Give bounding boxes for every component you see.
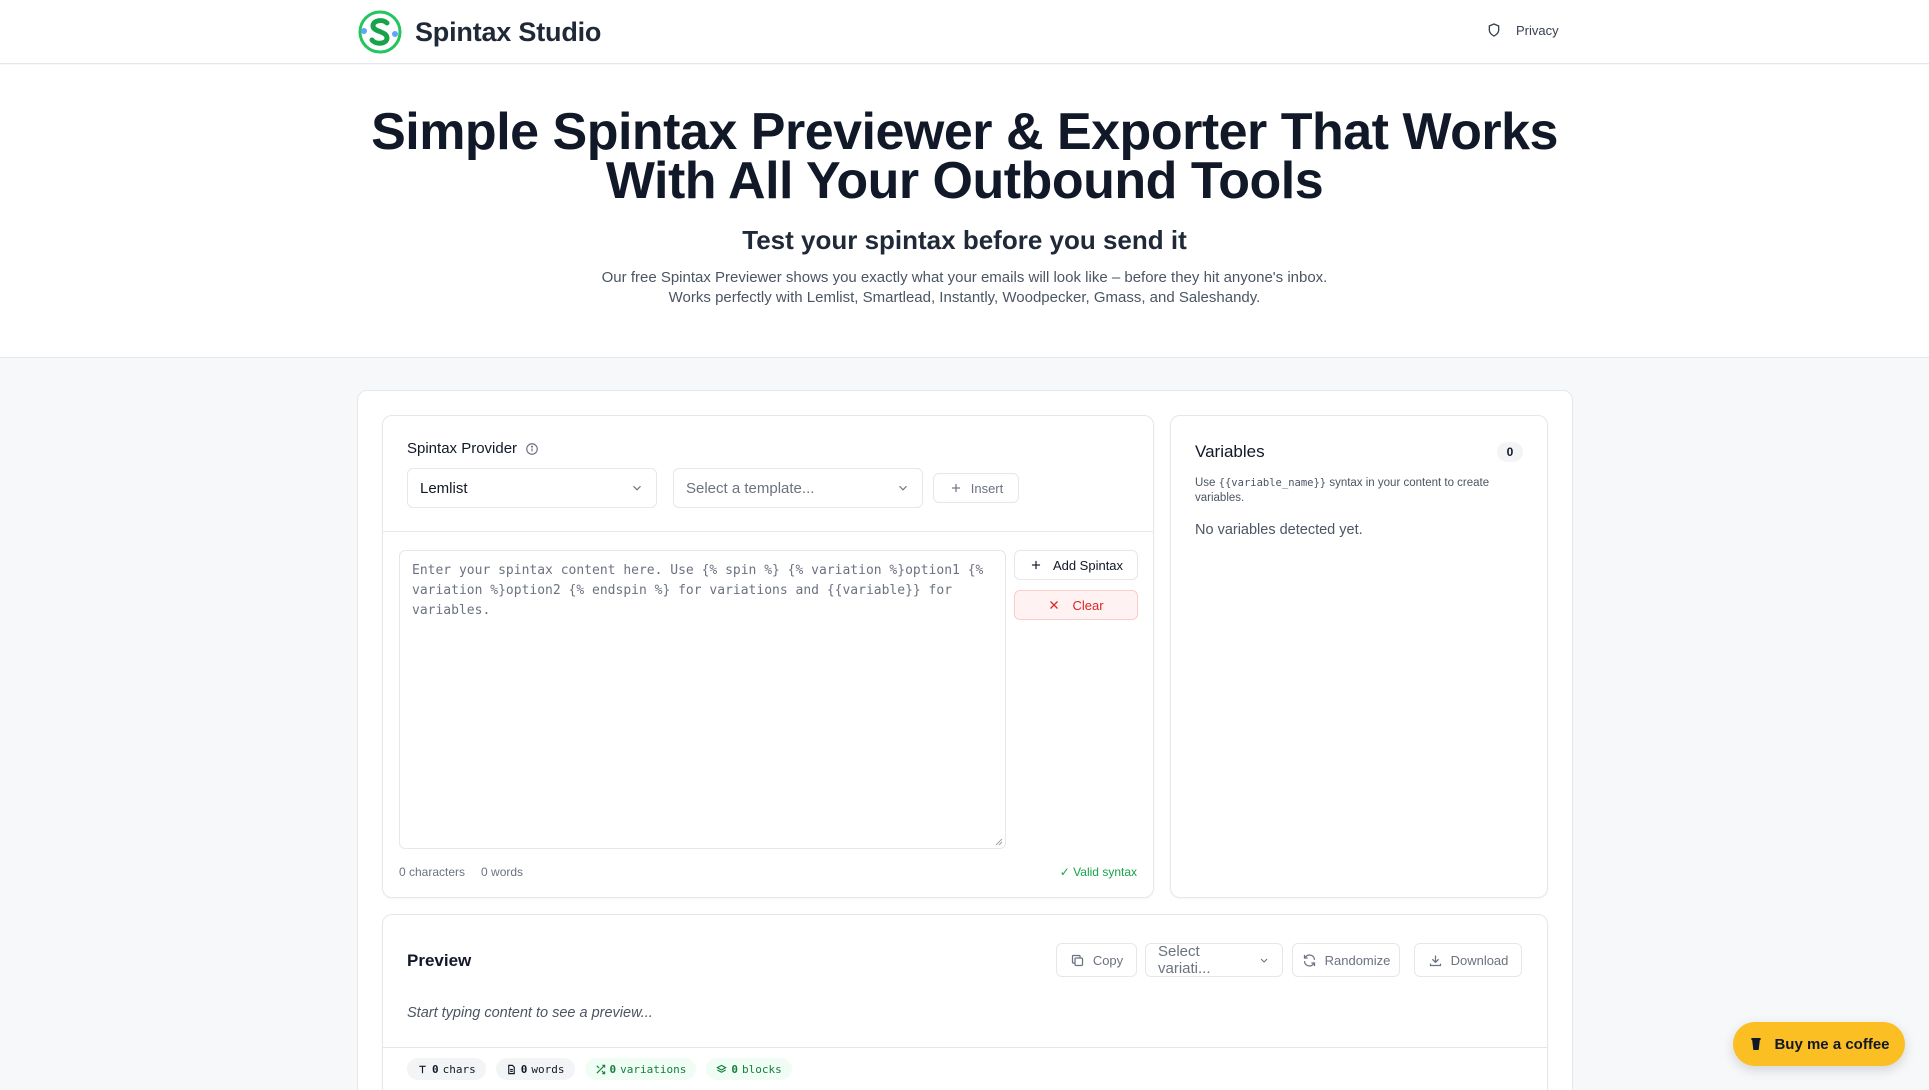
- variation-placeholder: Select variati...: [1158, 943, 1211, 977]
- variations-number: 0: [609, 1062, 617, 1076]
- coffee-cup-icon: [1751, 1038, 1762, 1050]
- words-label: words: [531, 1062, 565, 1076]
- variables-count-badge: 0: [1497, 442, 1523, 462]
- hero-title-line2: With All Your Outbound Tools: [605, 152, 1324, 210]
- variables-help: Use {{variable_name}} syntax in your con…: [1195, 476, 1525, 506]
- hero-section: Simple Spintax Previewer & Exporter That…: [0, 65, 1929, 358]
- download-label: Download: [1450, 952, 1509, 968]
- add-spintax-label: Add Spintax: [1052, 557, 1124, 573]
- provider-label-text: Spintax Provider: [407, 440, 518, 457]
- hero-title: Simple Spintax Previewer & Exporter That…: [0, 106, 1929, 207]
- chars-label: chars: [442, 1062, 476, 1076]
- privacy-link[interactable]: Privacy: [1486, 22, 1559, 38]
- variations-chip: 0 variations: [584, 1058, 697, 1080]
- layers-icon: [716, 1064, 728, 1073]
- help-prefix: Use: [1195, 477, 1219, 489]
- plus-icon: [951, 483, 960, 493]
- words-chip: 0 words: [495, 1058, 575, 1080]
- variation-select[interactable]: Select variati...: [1145, 943, 1283, 977]
- buy-me-a-coffee-button[interactable]: Buy me a coffee: [1733, 1022, 1905, 1066]
- divider: [383, 1047, 1547, 1048]
- download-icon: [1429, 955, 1441, 966]
- blocks-chip: 0 blocks: [706, 1058, 792, 1080]
- provider-select-value: Lemlist: [420, 479, 468, 497]
- words-number: 0: [520, 1062, 528, 1076]
- character-count: 0 characters: [399, 865, 466, 879]
- insert-button[interactable]: Insert: [933, 473, 1019, 503]
- hero-subtitle: Test your spintax before you send it: [742, 225, 1187, 255]
- textarea-placeholder: Enter your spintax content here. Use {% …: [412, 563, 984, 618]
- randomize-button[interactable]: Randomize: [1292, 943, 1400, 977]
- download-button[interactable]: Download: [1414, 943, 1522, 977]
- clear-label: Clear: [1072, 597, 1104, 613]
- provider-label: Spintax Provider: [407, 440, 539, 457]
- chars-number: 0: [432, 1062, 439, 1076]
- top-navbar: Spintax Studio Privacy: [0, 0, 1929, 64]
- brand[interactable]: Spintax Studio: [357, 9, 601, 55]
- copy-label: Copy: [1092, 952, 1124, 968]
- syntax-status: ✓ Valid syntax: [1059, 865, 1137, 879]
- resize-handle-icon[interactable]: [993, 836, 1003, 846]
- template-select-placeholder: Select a template...: [686, 479, 815, 497]
- blocks-number: 0: [731, 1062, 738, 1076]
- variables-empty-state: No variables detected yet.: [1195, 522, 1363, 538]
- preview-panel: Preview Copy Select variati... Randomize…: [382, 914, 1548, 1090]
- template-select[interactable]: Select a template...: [673, 468, 923, 508]
- hero-description-line2: Works perfectly with Lemlist, Smartlead,…: [668, 289, 1261, 306]
- insert-label: Insert: [970, 480, 1004, 496]
- hero-description-line1: Our free Spintax Previewer shows you exa…: [601, 269, 1328, 286]
- brand-name: Spintax Studio: [415, 16, 602, 47]
- add-spintax-button[interactable]: Add Spintax: [1014, 550, 1138, 580]
- preview-empty-state: Start typing content to see a preview...: [407, 1005, 653, 1021]
- chevron-down-icon: [633, 485, 641, 491]
- editor-counts: 0 characters 0 words: [399, 865, 523, 879]
- clear-button[interactable]: Clear: [1014, 590, 1138, 620]
- shield-icon: [1488, 23, 1500, 37]
- refresh-icon: [1303, 953, 1315, 967]
- info-icon[interactable]: [525, 442, 539, 456]
- randomize-label: Randomize: [1324, 952, 1391, 968]
- document-icon: [507, 1064, 515, 1074]
- blocks-label: blocks: [741, 1062, 782, 1076]
- copy-icon: [1071, 954, 1083, 966]
- privacy-label: Privacy: [1516, 22, 1559, 38]
- divider: [383, 531, 1153, 532]
- close-icon: [1050, 601, 1059, 609]
- shuffle-icon: [595, 1064, 605, 1074]
- chars-chip: 0 chars: [407, 1058, 486, 1080]
- word-count: 0 words: [481, 865, 524, 879]
- spintax-textarea[interactable]: Enter your spintax content here. Use {% …: [399, 550, 1006, 849]
- preview-stats: 0 chars 0 words 0 variations 0 blocks: [407, 1058, 792, 1080]
- copy-button[interactable]: Copy: [1056, 943, 1137, 977]
- plus-icon: [1031, 560, 1041, 570]
- text-icon: [419, 1065, 426, 1073]
- chevron-down-icon: [1260, 958, 1268, 963]
- editor-panel: Spintax Provider Lemlist Select a templa…: [382, 415, 1154, 898]
- provider-select[interactable]: Lemlist: [407, 468, 657, 508]
- variables-panel: Variables 0 Use {{variable_name}} syntax…: [1170, 415, 1548, 898]
- chevron-down-icon: [899, 485, 907, 491]
- spintax-logo-icon: [358, 10, 402, 54]
- coffee-label: Buy me a coffee: [1774, 1035, 1890, 1053]
- preview-title: Preview: [407, 951, 472, 970]
- variables-title: Variables: [1195, 442, 1265, 461]
- help-code: {{variable_name}}: [1218, 477, 1327, 489]
- variations-label: variations: [620, 1062, 687, 1076]
